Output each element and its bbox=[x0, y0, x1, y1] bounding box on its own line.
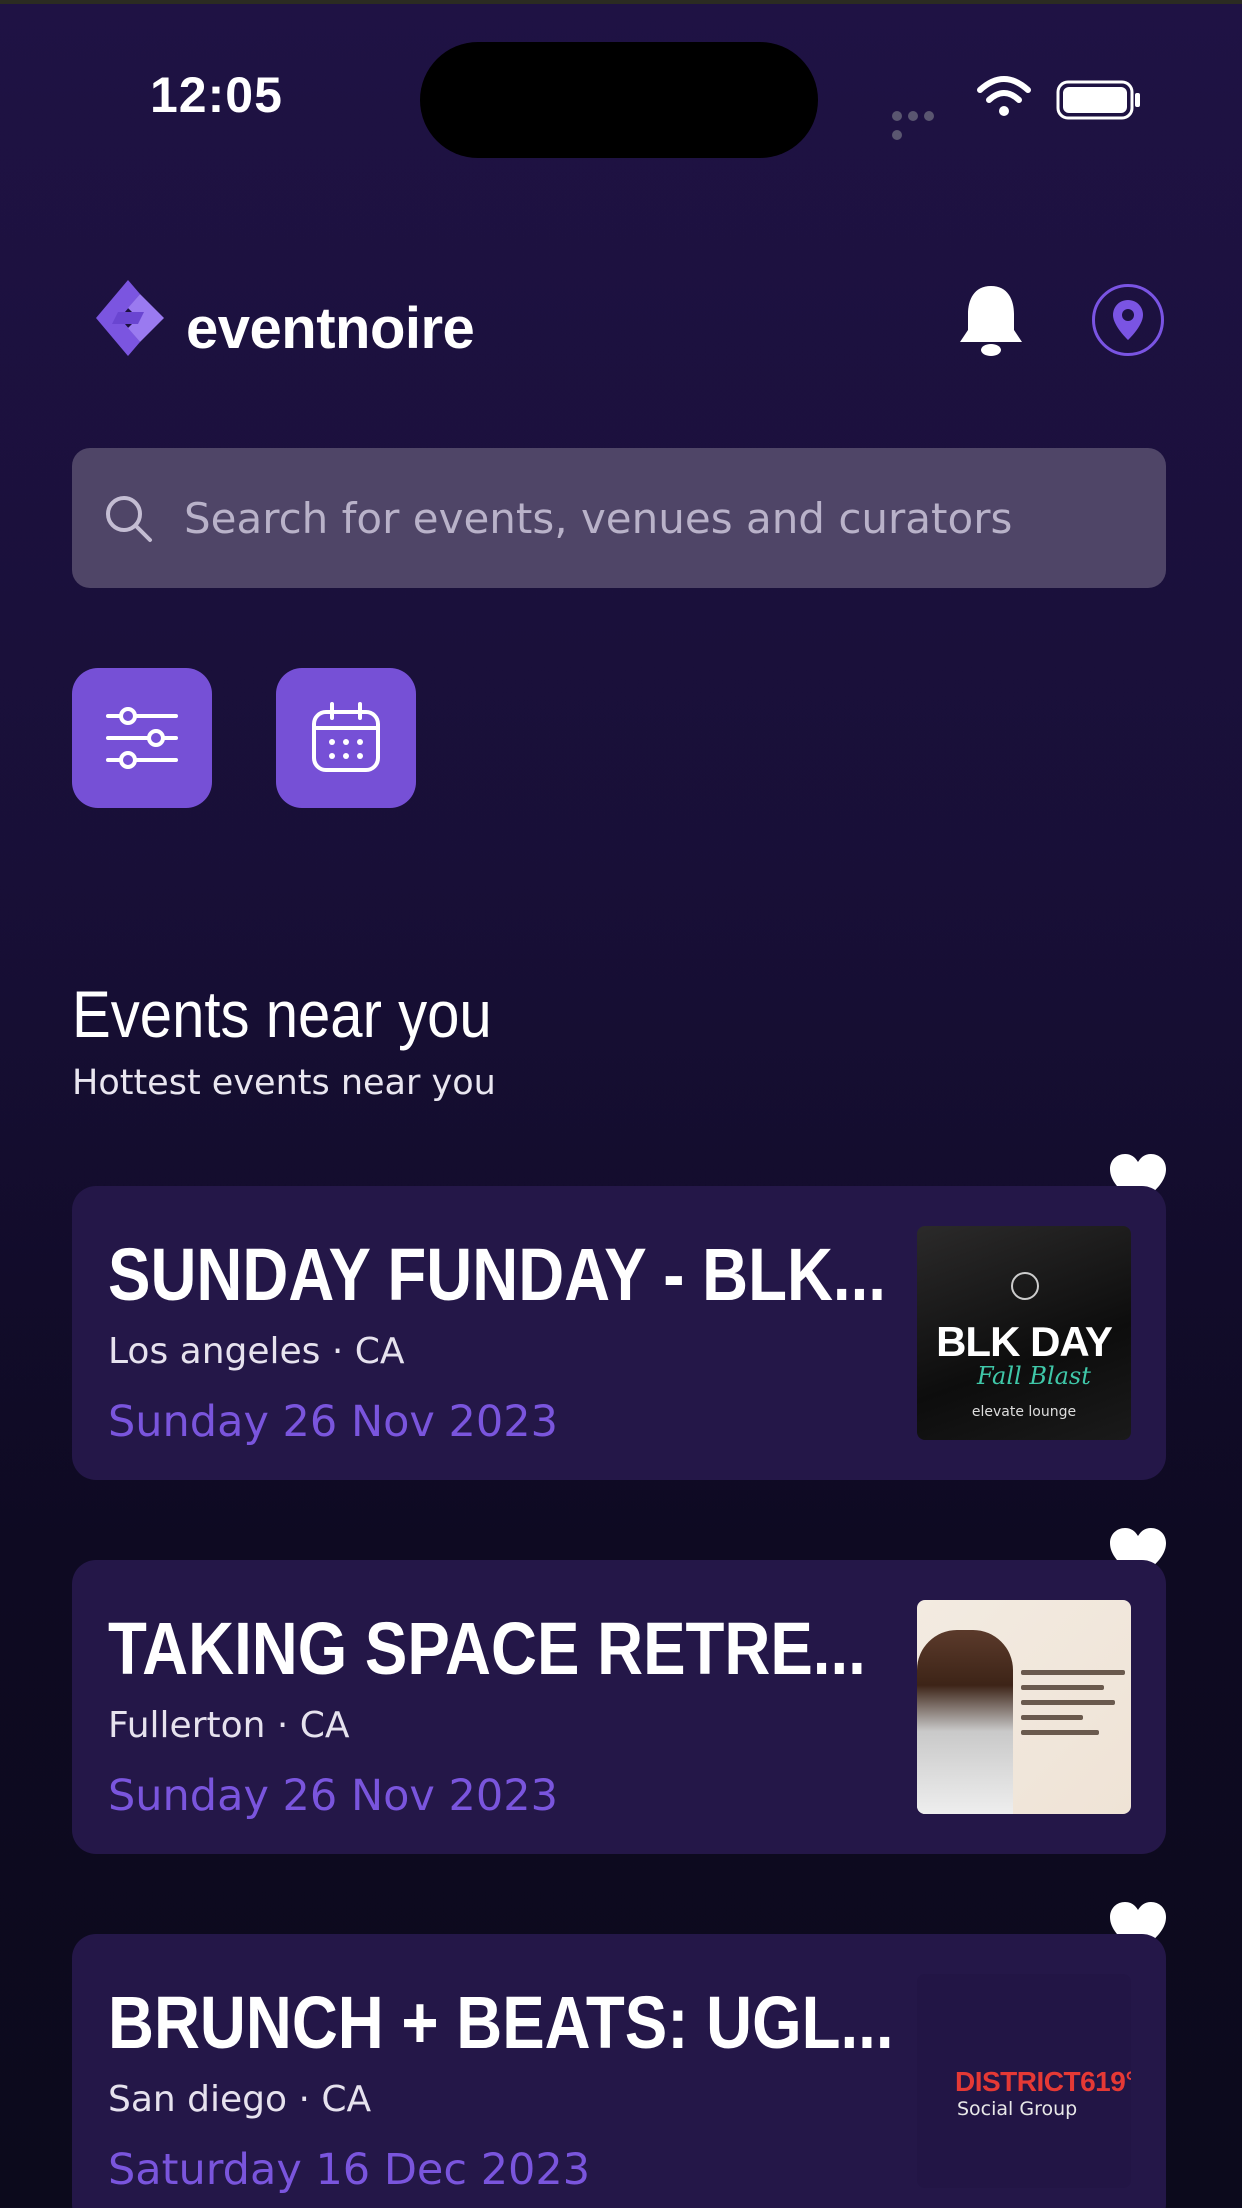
badge-circle bbox=[1011, 1272, 1039, 1300]
filter-button[interactable] bbox=[72, 668, 212, 808]
status-time: 12:05 bbox=[150, 67, 283, 123]
battery-icon bbox=[1056, 80, 1140, 120]
bell-icon[interactable] bbox=[956, 282, 1026, 358]
poster-subtitle: Social Group bbox=[957, 2098, 1078, 2120]
section-title: Events near you bbox=[72, 977, 492, 1051]
location-pin-icon bbox=[1113, 300, 1143, 340]
poster-script: Fall Blast bbox=[977, 1362, 1091, 1390]
event-thumbnail: BLK DAY Fall Blast elevate lounge bbox=[917, 1226, 1131, 1440]
event-title: SUNDAY FUNDAY - BLK... bbox=[108, 1233, 886, 1316]
calendar-icon bbox=[312, 702, 380, 772]
event-thumbnail bbox=[917, 1600, 1131, 1814]
event-date: Saturday 16 Dec 2023 bbox=[108, 2145, 591, 2195]
event-location: Los angeles · CA bbox=[108, 1331, 405, 1372]
calendar-button[interactable] bbox=[276, 668, 416, 808]
event-card[interactable]: TAKING SPACE RETRE... Fullerton · CA Sun… bbox=[72, 1560, 1166, 1854]
search-icon bbox=[106, 496, 152, 542]
wifi-icon bbox=[977, 76, 1031, 116]
dynamic-island bbox=[420, 42, 818, 158]
poster-brand: DISTRICT619° bbox=[955, 2066, 1131, 2097]
event-card[interactable]: BRUNCH + BEATS: UGL... San diego · CA Sa… bbox=[72, 1934, 1166, 2208]
poster-headline: BLK DAY bbox=[936, 1318, 1113, 1365]
cellular-signal-icon bbox=[892, 106, 954, 140]
event-location: Fullerton · CA bbox=[108, 1705, 350, 1746]
search-bar[interactable] bbox=[72, 448, 1166, 588]
search-input[interactable] bbox=[182, 492, 1142, 544]
poster-text-lines bbox=[1021, 1670, 1125, 1745]
event-title: TAKING SPACE RETRE... bbox=[108, 1607, 866, 1690]
brand-name: eventnoire bbox=[186, 296, 475, 361]
sliders-icon bbox=[106, 707, 178, 769]
location-button[interactable] bbox=[1092, 284, 1164, 356]
section-subtitle: Hottest events near you bbox=[72, 1063, 496, 1103]
logo-icon bbox=[96, 280, 164, 356]
poster-venue: elevate lounge bbox=[971, 1404, 1077, 1420]
event-card[interactable]: SUNDAY FUNDAY - BLK... Los angeles · CA … bbox=[72, 1186, 1166, 1480]
event-title: BRUNCH + BEATS: UGL... bbox=[108, 1981, 894, 2064]
poster-photo bbox=[917, 1630, 1013, 1814]
event-date: Sunday 26 Nov 2023 bbox=[108, 1771, 558, 1821]
event-thumbnail: DISTRICT619° Social Group bbox=[917, 1974, 1131, 2188]
event-date: Sunday 26 Nov 2023 bbox=[108, 1397, 558, 1447]
top-border bbox=[0, 0, 1242, 4]
event-location: San diego · CA bbox=[108, 2079, 372, 2120]
